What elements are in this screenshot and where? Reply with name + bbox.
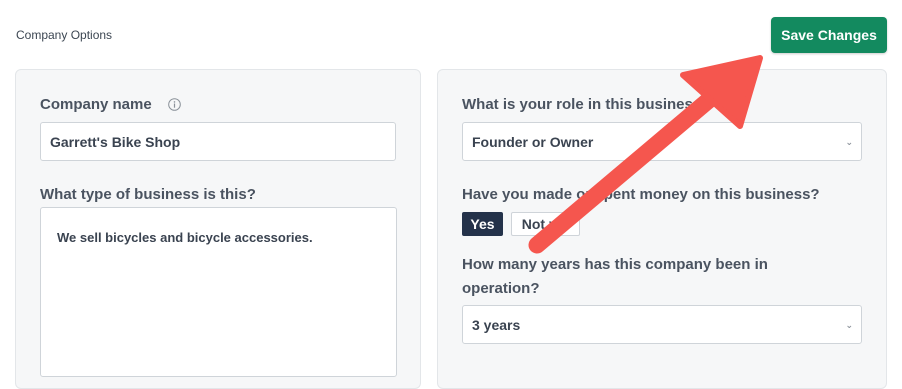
save-changes-button[interactable]: Save Changes xyxy=(771,17,887,53)
chevron-down-icon: ⌄ xyxy=(845,136,853,147)
chevron-down-icon: ⌄ xyxy=(845,319,853,330)
company-name-input[interactable]: Garrett's Bike Shop xyxy=(40,122,396,161)
not-yet-button[interactable]: Not yet xyxy=(511,212,580,236)
business-type-label: What type of business is this? xyxy=(40,186,256,203)
made-money-label: Have you made or spent money on this bus… xyxy=(462,186,820,203)
role-label: What is your role in this business? xyxy=(462,96,711,113)
business-type-textarea[interactable]: We sell bicycles and bicycle accessories… xyxy=(40,207,397,377)
role-select[interactable]: Founder or Owner ⌄ xyxy=(462,122,862,161)
role-select-value: Founder or Owner xyxy=(472,133,594,150)
yes-button[interactable]: Yes xyxy=(462,212,503,236)
page-title: Company Options xyxy=(16,28,113,42)
years-select[interactable]: 3 years ⌄ xyxy=(462,305,862,344)
years-select-value: 3 years xyxy=(472,316,521,333)
company-name-label: Company name xyxy=(40,96,152,113)
years-label-line-2: operation? xyxy=(462,280,540,297)
years-label-line-1: How many years has this company been in xyxy=(462,256,768,273)
info-icon[interactable] xyxy=(168,98,181,111)
